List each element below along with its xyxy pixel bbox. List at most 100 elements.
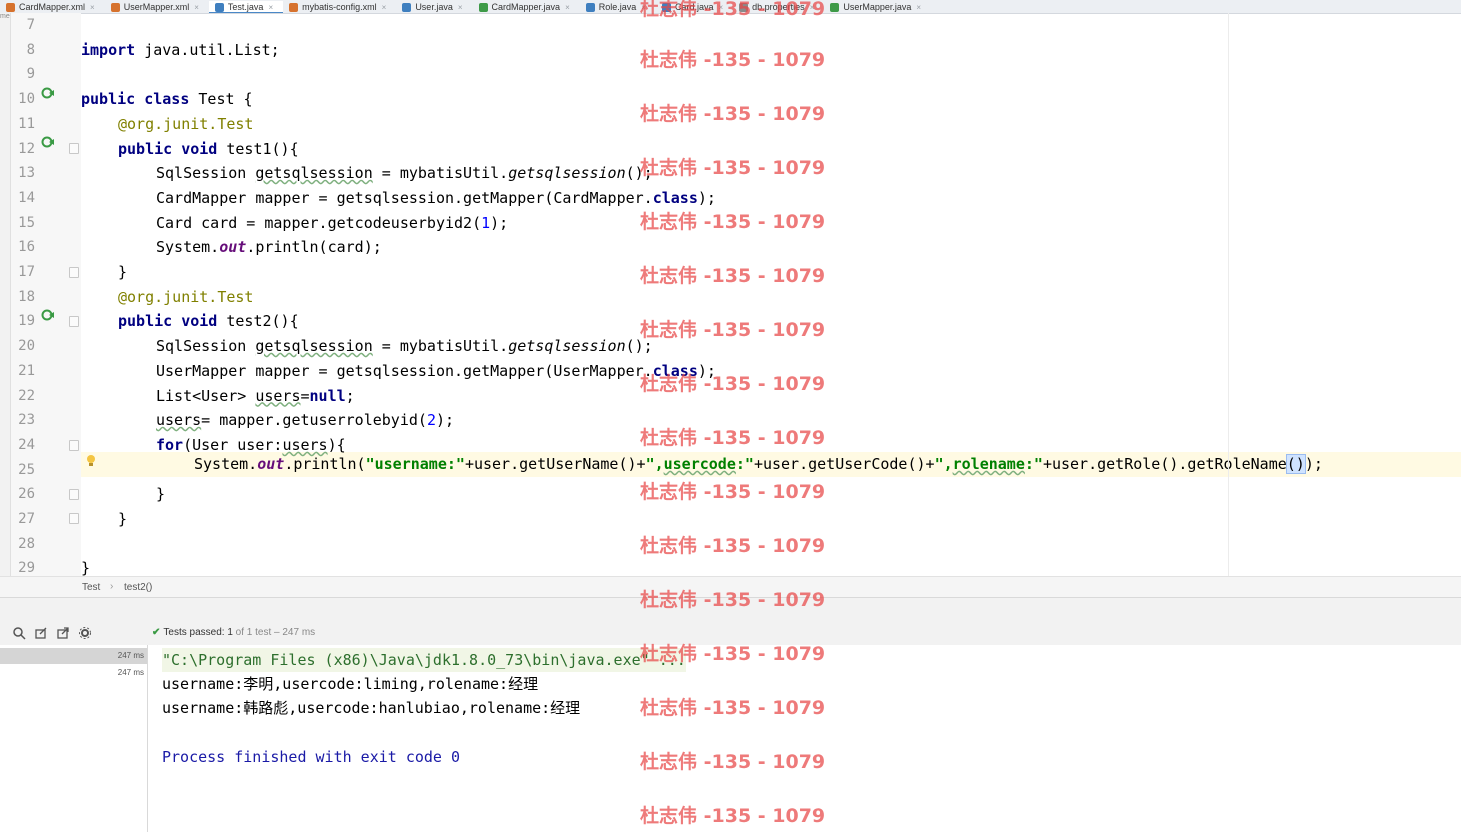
editor-tab[interactable]: UserMapper.xml × [105, 1, 209, 13]
code-line-23: users= mapper.getuserrolebyid(2); [156, 411, 455, 430]
console-output[interactable]: "C:\Program Files (x86)\Java\jdk1.8.0_73… [148, 645, 1461, 832]
line-number: 11 [18, 115, 35, 132]
fold-marker-icon[interactable] [69, 267, 79, 278]
editor-tab[interactable]: Test.java × [208, 1, 284, 13]
editor-tab[interactable]: db.properties × [733, 1, 824, 13]
run-test-icon[interactable] [41, 135, 55, 149]
breadcrumb-class[interactable]: Test [82, 582, 100, 593]
code-line-20: SqlSession getsqlsession = mybatisUtil.g… [156, 337, 653, 356]
line-number: 28 [18, 535, 35, 552]
line-number: 15 [18, 214, 35, 231]
fold-marker-icon[interactable] [69, 316, 79, 327]
code-line-16: System.out.println(card); [156, 238, 382, 257]
file-type-icon [110, 2, 120, 12]
file-type-icon [214, 2, 224, 12]
close-icon[interactable]: × [641, 3, 646, 12]
line-number: 13 [18, 165, 35, 182]
breadcrumb-method[interactable]: test2() [124, 582, 152, 593]
close-icon[interactable]: × [90, 3, 95, 12]
editor-tab-label: Test.java [227, 2, 264, 12]
console-command-line: "C:\Program Files (x86)\Java\jdk1.8.0_73… [162, 648, 686, 672]
code-line-21: UserMapper mapper = getsqlsession.getMap… [156, 361, 716, 380]
close-icon[interactable]: × [718, 3, 723, 12]
close-icon[interactable]: × [458, 3, 463, 12]
gear-icon[interactable] [78, 626, 92, 640]
file-type-icon [739, 2, 749, 12]
code-line-14: CardMapper mapper = getsqlsession.getMap… [156, 188, 716, 207]
check-icon: ✔ [152, 627, 161, 638]
code-line-13: SqlSession getsqlsession = mybatisUtil.g… [156, 164, 653, 183]
lightbulb-icon[interactable] [86, 454, 96, 468]
line-number: 9 [26, 66, 35, 83]
line-number: 18 [18, 288, 35, 305]
file-type-icon [6, 2, 15, 12]
fold-marker-icon[interactable] [69, 489, 79, 500]
line-number: 17 [18, 264, 35, 280]
code-line-27: } [118, 510, 128, 528]
line-number: 14 [18, 189, 35, 206]
close-icon[interactable]: × [916, 3, 921, 12]
code-line-10: public class Test { [81, 90, 253, 109]
import-tests-icon[interactable] [34, 626, 48, 640]
code-line-25: System.out.println("username:"+user.getU… [194, 454, 1323, 474]
close-icon[interactable]: × [565, 3, 570, 12]
line-number: 22 [18, 387, 35, 404]
editor-tab-label: Card.java [674, 2, 714, 12]
code-editor[interactable]: import java.util.List; public class Test… [81, 13, 1461, 577]
console-output-line: username:李明,usercode:liming,rolename:经理 [162, 675, 539, 693]
panel-divider[interactable] [0, 597, 1461, 624]
editor-tab-label: mybatis-config.xml [302, 2, 377, 12]
file-type-icon [661, 2, 671, 12]
test-duration: 247 ms [117, 651, 144, 660]
code-line-17: } [118, 263, 128, 281]
editor-tab-label: CardMapper.java [491, 2, 561, 12]
file-type-icon [830, 2, 840, 12]
editor-tab-label: Role.java [598, 2, 637, 12]
editor-tab[interactable]: CardMapper.java × [473, 1, 580, 13]
close-icon[interactable]: × [194, 3, 199, 12]
code-line-11: @org.junit.Test [118, 114, 254, 133]
export-tests-icon[interactable] [56, 626, 70, 640]
close-icon[interactable]: × [382, 3, 387, 12]
breadcrumb: Test › test2() [0, 576, 1461, 598]
fold-marker-icon[interactable] [69, 513, 79, 524]
editor-tab[interactable]: UserMapper.java × [824, 1, 931, 13]
editor-tab[interactable]: CardMapper.xml × [0, 1, 105, 13]
editor-gutter: 7 8 9 10 11 12 13 14 15 16 17 18 19 20 2… [11, 13, 81, 576]
code-line-19: public void test2(){ [118, 312, 299, 331]
fold-marker-icon[interactable] [69, 143, 79, 154]
run-test-icon[interactable] [41, 86, 55, 100]
left-tool-strip: me [0, 13, 11, 597]
code-line-26: } [156, 485, 166, 504]
editor-tab[interactable]: Role.java × [580, 1, 656, 13]
line-number: 26 [18, 486, 35, 503]
editor-tab[interactable]: Card.java × [656, 1, 733, 13]
right-margin-guide [1228, 13, 1229, 576]
test-tree-row-selected[interactable]: 247 ms [0, 648, 147, 664]
tests-passed-status: ✔ Tests passed: 1 of 1 test – 247 ms [152, 627, 316, 638]
code-line-8: import java.util.List; [81, 40, 280, 59]
file-type-icon [289, 2, 299, 12]
test-duration: 247 ms [117, 668, 144, 677]
close-icon[interactable]: × [268, 3, 273, 12]
code-line-12: public void test1(){ [118, 139, 299, 158]
console-exit-message: Process finished with exit code 0 [162, 748, 461, 766]
file-type-icon [402, 2, 412, 12]
line-number: 12 [18, 140, 35, 157]
test-runner-toolbar: ✔ Tests passed: 1 of 1 test – 247 ms [0, 623, 1461, 645]
editor-tab-label: CardMapper.xml [19, 2, 86, 12]
editor-tab[interactable]: User.java × [396, 1, 472, 13]
code-line-22: List<User> users=null; [156, 386, 355, 405]
editor-tab-label: UserMapper.java [843, 2, 912, 12]
editor-tab[interactable]: mybatis-config.xml × [283, 1, 396, 13]
code-line-15: Card card = mapper.getcodeuserbyid2(1); [156, 213, 509, 232]
console-output-line: username:韩路彪,usercode:hanlubiao,rolename… [162, 699, 581, 717]
line-number: 20 [18, 338, 35, 355]
line-number: 16 [18, 239, 35, 256]
file-type-icon [585, 2, 595, 12]
close-icon[interactable]: × [810, 3, 815, 12]
line-number: 7 [26, 17, 35, 33]
search-icon[interactable] [12, 626, 26, 640]
run-test-icon[interactable] [41, 308, 55, 322]
fold-marker-icon[interactable] [69, 440, 79, 451]
